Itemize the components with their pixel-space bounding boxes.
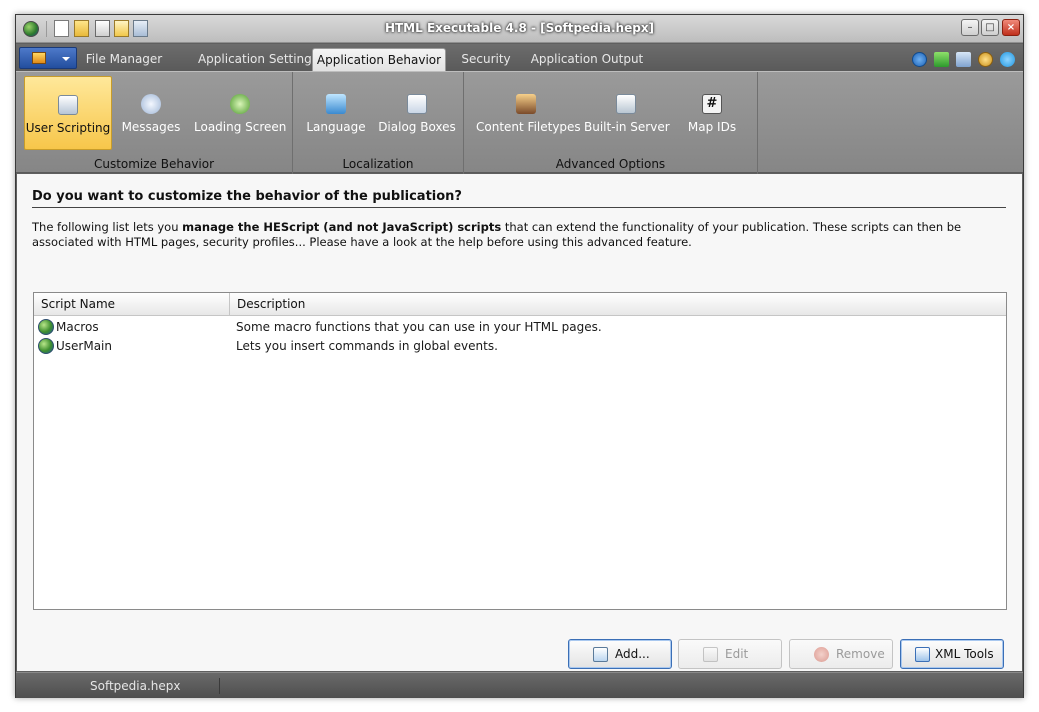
- script-globe-icon: [38, 319, 54, 335]
- dialog-boxes-label: Dialog Boxes: [378, 120, 456, 134]
- user-scripting-button[interactable]: User Scripting: [24, 76, 112, 150]
- server-icon: [616, 94, 636, 114]
- edit-pencil-icon: [703, 647, 718, 662]
- minimize-button[interactable]: –: [961, 19, 979, 36]
- status-filename: Softpedia.hepx: [90, 679, 181, 693]
- ribbon-panel: User Scripting Messages Loading Screen C…: [16, 71, 1023, 174]
- scripts-list[interactable]: Script Name Description Macros Some macr…: [33, 292, 1007, 610]
- user-scripting-label: User Scripting: [25, 121, 111, 135]
- tab-application-behavior[interactable]: Application Behavior: [312, 48, 446, 71]
- group-label-localization: Localization: [342, 157, 414, 171]
- script-description: Some macro functions that you can use in…: [236, 320, 602, 334]
- page-title: Do you want to customize the behavior of…: [32, 189, 462, 204]
- twitter-icon[interactable]: [1000, 52, 1015, 67]
- award-icon[interactable]: [978, 52, 993, 67]
- title-bar: HTML Executable 4.8 - [Softpedia.hepx] –…: [16, 15, 1023, 43]
- group-label-customize-behavior: Customize Behavior: [93, 157, 215, 171]
- description-part-1: The following list lets you: [32, 220, 183, 234]
- column-header-script-name[interactable]: Script Name: [34, 293, 230, 316]
- loading-screen-button[interactable]: Loading Screen: [194, 76, 286, 150]
- built-in-server-button[interactable]: Built-in Server: [584, 76, 670, 150]
- add-script-icon: [593, 647, 608, 662]
- help-icon[interactable]: [912, 52, 927, 67]
- messages-label: Messages: [121, 120, 181, 134]
- list-header: Script Name Description: [34, 293, 1006, 316]
- content-filetypes-button[interactable]: Content Filetypes: [476, 76, 581, 150]
- app-menu-button[interactable]: [19, 47, 77, 69]
- script-icon: [58, 95, 78, 115]
- map-ids-button[interactable]: # Map IDs: [680, 76, 744, 150]
- tab-file-manager[interactable]: File Manager: [80, 48, 168, 71]
- dialog-boxes-button[interactable]: Dialog Boxes: [377, 76, 457, 150]
- xml-tools-button-label: XML Tools: [935, 647, 994, 661]
- main-window: HTML Executable 4.8 - [Softpedia.hepx] –…: [15, 14, 1024, 698]
- remove-button[interactable]: Remove: [789, 639, 893, 669]
- group-localization: Language Dialog Boxes Localization: [293, 72, 464, 174]
- script-name: Macros: [56, 320, 99, 334]
- user-profile-icon[interactable]: [956, 52, 971, 67]
- messages-button[interactable]: Messages: [118, 76, 184, 150]
- dialog-icon: [407, 94, 427, 114]
- remove-icon: [814, 647, 829, 662]
- list-item[interactable]: UserMain Lets you insert commands in glo…: [34, 337, 1006, 356]
- edit-button-label: Edit: [725, 647, 749, 661]
- remove-button-label: Remove: [836, 647, 885, 661]
- loading-icon: [230, 94, 250, 114]
- xml-tools-button[interactable]: XML Tools: [900, 639, 1004, 669]
- add-button-label: Add...: [615, 647, 650, 661]
- script-globe-icon: [38, 338, 54, 354]
- main-content: Do you want to customize the behavior of…: [17, 174, 1022, 671]
- xml-tools-icon: [915, 647, 930, 662]
- description-text: The following list lets you manage the H…: [32, 220, 1007, 250]
- list-item[interactable]: Macros Some macro functions that you can…: [34, 318, 1006, 337]
- maximize-button[interactable]: □: [981, 19, 999, 36]
- loading-screen-label: Loading Screen: [194, 120, 287, 134]
- close-button[interactable]: ×: [1002, 19, 1020, 36]
- content-filetypes-label: Content Filetypes: [476, 120, 581, 134]
- message-bubble-icon: [141, 94, 161, 114]
- window-title: HTML Executable 4.8 - [Softpedia.hepx]: [384, 21, 655, 35]
- update-arrow-icon[interactable]: [934, 52, 949, 67]
- ribbon-tab-bar: File Manager Application Settings Applic…: [16, 44, 1023, 71]
- built-in-server-label: Built-in Server: [584, 120, 670, 134]
- language-icon: [326, 94, 346, 114]
- add-button[interactable]: Add...: [568, 639, 672, 669]
- column-header-description[interactable]: Description: [230, 293, 1006, 316]
- language-button[interactable]: Language: [301, 76, 371, 150]
- edit-button[interactable]: Edit: [678, 639, 782, 669]
- script-name: UserMain: [56, 339, 112, 353]
- group-customize-behavior: User Scripting Messages Loading Screen C…: [16, 72, 293, 174]
- filetypes-icon: [516, 94, 536, 114]
- script-description: Lets you insert commands in global event…: [236, 339, 498, 353]
- app-menu-icon: [32, 52, 46, 64]
- heading-divider: [32, 207, 1006, 208]
- group-advanced-options: Content Filetypes Built-in Server # Map …: [464, 72, 758, 174]
- hash-icon: #: [702, 94, 722, 114]
- language-label: Language: [306, 120, 366, 134]
- status-bar: Softpedia.hepx: [16, 672, 1023, 698]
- map-ids-label: Map IDs: [687, 120, 737, 134]
- tab-application-output[interactable]: Application Output: [526, 48, 648, 71]
- group-label-advanced-options: Advanced Options: [555, 157, 666, 171]
- description-bold: manage the HEScript (and not JavaScript)…: [182, 220, 502, 234]
- chevron-down-icon: [62, 57, 70, 61]
- tab-security[interactable]: Security: [456, 48, 516, 71]
- status-separator: [219, 678, 220, 694]
